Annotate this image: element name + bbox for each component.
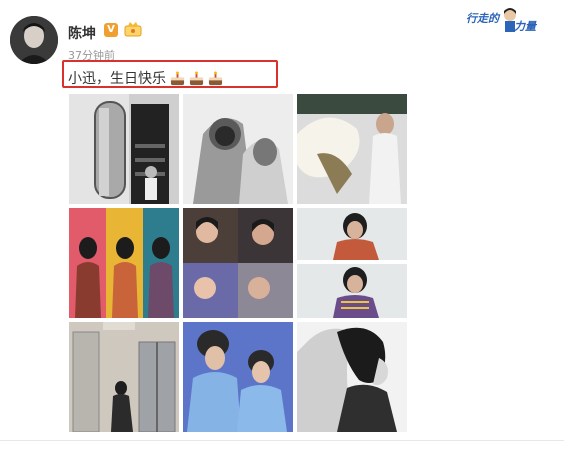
author-avatar[interactable]: [10, 16, 58, 64]
photo-woman-patterned-coat[interactable]: [297, 208, 407, 318]
photo-woman-elevator[interactable]: [69, 322, 179, 432]
photo-three-women-colorful[interactable]: [69, 208, 179, 318]
photo-collage-selfies[interactable]: [183, 208, 293, 318]
brand-text-a: 行走的: [466, 12, 499, 25]
photo-hooded-figures-bw[interactable]: [183, 94, 293, 204]
photo-couple-blue-hoodies[interactable]: [183, 322, 293, 432]
photo-woman-profile-bw[interactable]: [297, 322, 407, 432]
brand-watermark: 行走的 力量: [466, 4, 550, 38]
photo-door-bw[interactable]: [69, 94, 179, 204]
vip-badge[interactable]: V: [104, 23, 118, 37]
bottom-divider: [0, 440, 564, 441]
brand-text-b: 力量: [514, 20, 536, 33]
photo-woman-white-feather[interactable]: [297, 94, 407, 204]
crown-badge-icon[interactable]: [124, 21, 142, 37]
highlight-box: [62, 60, 278, 88]
author-name[interactable]: 陈坤: [68, 23, 96, 43]
